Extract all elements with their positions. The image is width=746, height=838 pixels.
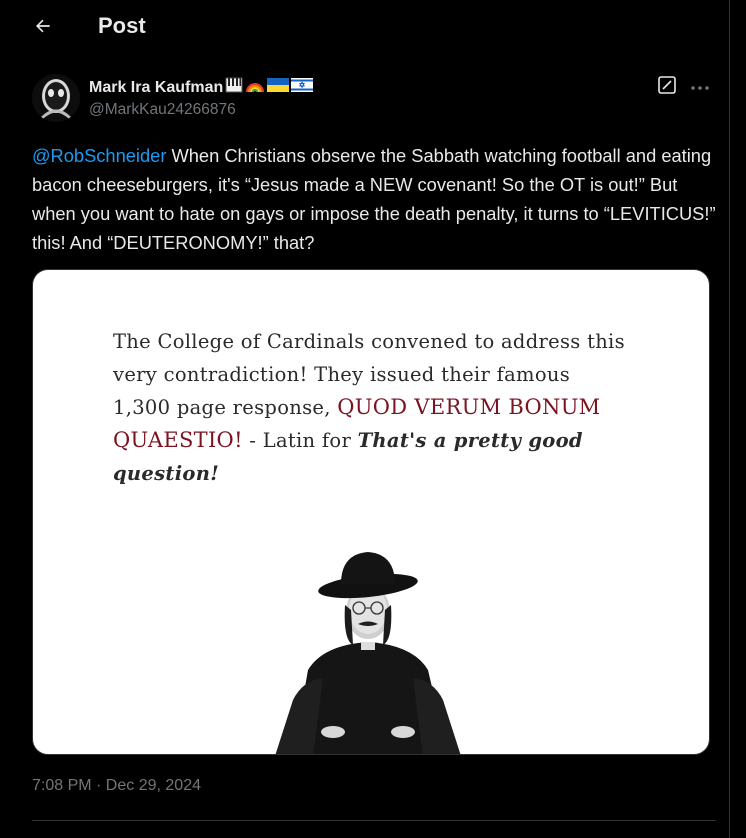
grok-button[interactable] <box>656 75 678 100</box>
rainbow-emoji-icon <box>245 76 265 99</box>
mention-link[interactable]: @RobSchneider <box>32 145 166 166</box>
post-timestamp[interactable]: 7:08 PM · Dec 29, 2024 <box>32 777 201 795</box>
grok-icon <box>657 75 677 100</box>
post-header: Post <box>0 0 730 54</box>
tweet-text: @RobSchneider When Christians observe th… <box>32 141 716 257</box>
tweet-image[interactable]: The College of Cardinals convened to add… <box>32 269 710 755</box>
comic-caption: The College of Cardinals convened to add… <box>113 325 633 490</box>
comic-text-mid: - Latin for <box>242 429 358 452</box>
author-emojis <box>225 76 314 99</box>
divider <box>32 820 716 821</box>
more-dots-icon <box>690 78 710 96</box>
more-options-button[interactable] <box>688 76 712 98</box>
back-button[interactable] <box>26 11 60 45</box>
israel-flag-icon <box>291 77 314 98</box>
author-handle[interactable]: @MarkKau24266876 <box>89 101 236 119</box>
ukraine-flag-icon <box>267 77 290 98</box>
avatar[interactable] <box>32 74 80 122</box>
back-arrow-icon <box>33 16 53 41</box>
page-title: Post <box>98 13 146 38</box>
post-frame: Post Mark Ira Kaufman @MarkKau24266876 @… <box>0 0 730 838</box>
piano-emoji-icon <box>225 76 243 99</box>
author-name-row[interactable]: Mark Ira Kaufman <box>89 76 314 99</box>
cardinal-figure-image <box>263 550 473 754</box>
author-name: Mark Ira Kaufman <box>89 78 224 96</box>
